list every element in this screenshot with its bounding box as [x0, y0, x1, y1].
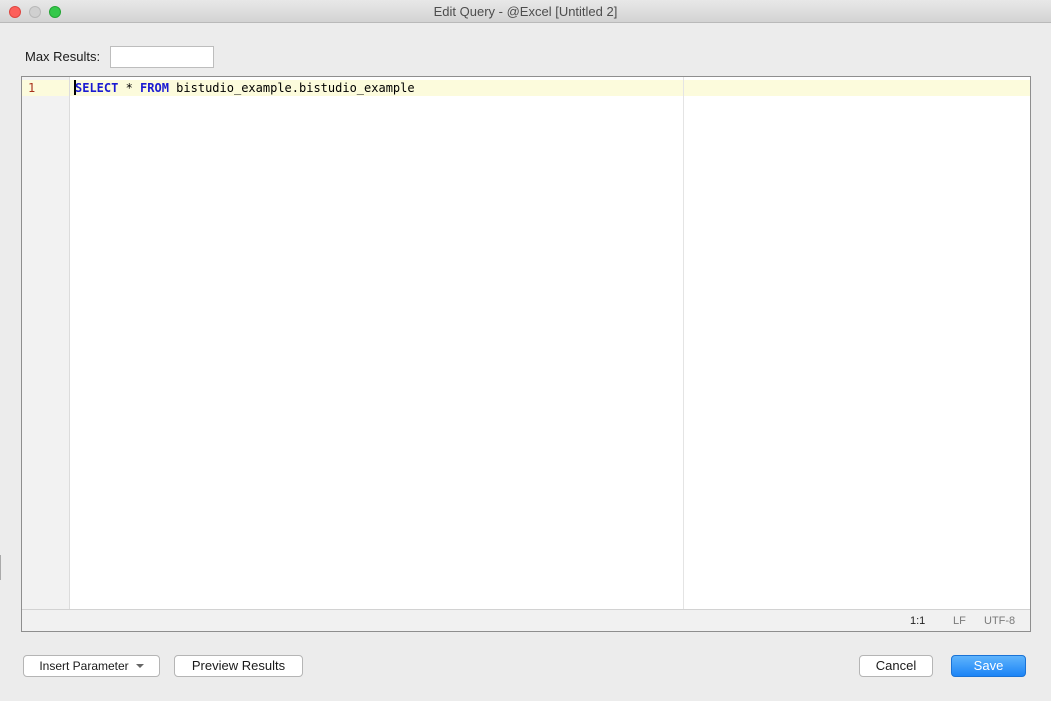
- keyword-select: SELECT: [75, 81, 119, 95]
- print-margin-line: [683, 77, 684, 609]
- encoding-indicator[interactable]: UTF-8: [984, 615, 1015, 627]
- save-button[interactable]: Save: [951, 655, 1026, 677]
- editor-status-bar: 1:1 LF UTF-8: [22, 609, 1030, 631]
- line-number: 1: [28, 81, 36, 95]
- window-title: Edit Query - @Excel [Untitled 2]: [433, 4, 618, 19]
- window-edge-divider: [0, 555, 1, 580]
- chevron-down-icon: [135, 663, 144, 668]
- keyword-from: FROM: [140, 81, 169, 95]
- preview-results-button[interactable]: Preview Results: [174, 655, 303, 677]
- code-area[interactable]: SELECT * FROM bistudio_example.bistudio_…: [70, 77, 1030, 609]
- line-ending-indicator[interactable]: LF: [953, 615, 966, 627]
- line-number-gutter: 1: [22, 77, 70, 609]
- cancel-button[interactable]: Cancel: [859, 655, 933, 677]
- code-table-name: bistudio_example.bistudio_example: [168, 81, 415, 95]
- code-star: *: [118, 81, 141, 95]
- cursor-position: 1:1: [910, 615, 926, 627]
- insert-parameter-button[interactable]: Insert Parameter: [23, 655, 160, 677]
- code-line[interactable]: SELECT * FROM bistudio_example.bistudio_…: [75, 81, 415, 95]
- insert-parameter-label: Insert Parameter: [39, 659, 129, 673]
- max-results-label: Max Results:: [25, 49, 101, 64]
- max-results-input[interactable]: [110, 46, 214, 68]
- edit-query-window: Edit Query - @Excel [Untitled 2] Max Res…: [0, 0, 1051, 701]
- sql-editor[interactable]: 1 SELECT * FROM bistudio_example.bistudi…: [21, 76, 1031, 632]
- title-bar: Edit Query - @Excel [Untitled 2]: [0, 0, 1051, 23]
